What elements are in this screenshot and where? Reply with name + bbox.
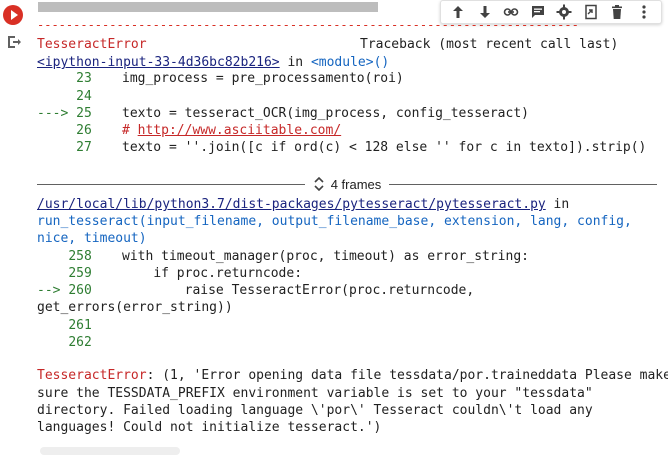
line-number: 23 — [76, 71, 92, 86]
error-name: TesseractError — [37, 37, 147, 52]
error-message-line: TesseractError: (1, 'Error opening data … — [37, 368, 668, 383]
output-redirect-icon[interactable] — [6, 34, 22, 50]
code-line: 23 img_process = pre_processamento(roi) — [37, 69, 404, 89]
frame2-function-cont: nice, timeout) — [37, 231, 147, 246]
horizontal-scrollbar[interactable] — [38, 2, 378, 12]
divider — [389, 183, 658, 185]
divider — [37, 183, 305, 185]
error-message-line: languages! Could not initialize tesserac… — [37, 420, 382, 435]
output-scroll-hint — [40, 447, 180, 455]
code-line-cont: get_errors(error_string)) — [37, 300, 233, 315]
unfold-icon — [314, 177, 324, 191]
line-number: 27 — [76, 140, 92, 155]
run-error-icon[interactable] — [3, 5, 23, 25]
more-vert-icon[interactable] — [633, 2, 655, 22]
frame1-link[interactable]: <ipython-input-33-4d36bc82b216> — [37, 55, 280, 70]
frame1-module: <module>() — [310, 55, 390, 70]
code-line: 27 texto = ''.join([c if ord(c) < 128 els… — [37, 138, 646, 158]
code-line: 262 — [37, 333, 122, 353]
frame2-link[interactable]: /usr/local/lib/python3.7/dist-packages/p… — [37, 197, 546, 212]
line-number: 262 — [68, 335, 92, 350]
traceback-header: Traceback (most recent call last) — [360, 37, 619, 52]
frames-label: 4 frames — [330, 176, 382, 192]
comment-link[interactable]: http://www.asciitable.com/ — [138, 123, 342, 138]
frames-toggle[interactable]: 4 frames — [37, 174, 658, 194]
traceback-separator: ----------------------------------------… — [37, 18, 579, 32]
